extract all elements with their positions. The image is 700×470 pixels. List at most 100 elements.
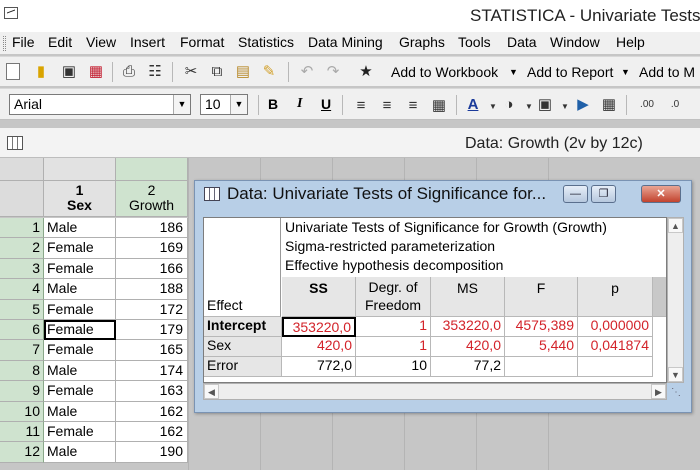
cell-growth[interactable]: 188 <box>116 279 188 300</box>
save-icon[interactable]: ▣ <box>60 63 78 81</box>
print-preview-icon[interactable]: ☷ <box>146 63 164 81</box>
bold-button[interactable]: B <box>268 96 278 112</box>
spreadsheet-icon[interactable] <box>7 136 23 150</box>
cell-df[interactable]: 10 <box>356 357 431 377</box>
cell-ss[interactable]: 420,0 <box>282 337 356 357</box>
corner-cell[interactable] <box>0 158 44 181</box>
scroll-down-icon[interactable]: ▼ <box>668 367 683 382</box>
column-header[interactable] <box>116 158 188 181</box>
print-icon[interactable]: ⎙ <box>120 63 138 81</box>
column-header-f[interactable]: F <box>505 277 578 317</box>
cell-growth[interactable]: 165 <box>116 340 188 361</box>
row-header-sex[interactable]: Sex <box>204 337 282 357</box>
restore-button[interactable]: ❐ <box>591 185 616 203</box>
font-size-select[interactable]: 10 ▼ <box>200 94 248 115</box>
menu-tools[interactable]: Tools <box>458 34 491 50</box>
scroll-left-icon[interactable]: ◀ <box>204 384 219 399</box>
row-number[interactable]: 7 <box>0 340 44 361</box>
grid-icon[interactable]: ▦ <box>600 96 618 114</box>
menu-data[interactable]: Data <box>507 34 537 50</box>
format-painter-icon[interactable]: ✎ <box>260 63 278 81</box>
scroll-right-icon[interactable]: ▶ <box>651 384 666 399</box>
row-number[interactable]: 10 <box>0 401 44 422</box>
menu-statistics[interactable]: Statistics <box>238 34 294 50</box>
cell-p[interactable] <box>578 357 653 377</box>
row-number[interactable]: 1 <box>0 218 44 239</box>
cell-growth[interactable]: 190 <box>116 442 188 463</box>
cell-growth[interactable]: 169 <box>116 238 188 259</box>
underline-button[interactable]: U <box>321 96 331 112</box>
row-number[interactable]: 12 <box>0 442 44 463</box>
copy-icon[interactable]: ⧉ <box>208 63 226 81</box>
vertical-scrollbar[interactable]: ▲ ▼ <box>667 217 684 383</box>
cell-sex[interactable]: Male <box>44 442 116 463</box>
cell-sex[interactable]: Female <box>44 320 116 341</box>
cell-sex[interactable]: Female <box>44 258 116 280</box>
cell-sex[interactable]: Female <box>44 238 116 259</box>
menu-edit[interactable]: Edit <box>48 34 72 50</box>
add-to-report-button[interactable]: Add to Report <box>527 64 613 80</box>
cell-f[interactable]: 5,440 <box>505 337 578 357</box>
cell-ss[interactable]: 353220,0 <box>282 317 356 337</box>
chevron-down-icon[interactable]: ▼ <box>230 95 247 114</box>
cell-f[interactable] <box>505 357 578 377</box>
column-header-ss[interactable]: SS <box>282 277 356 317</box>
cell-growth[interactable]: 172 <box>116 299 188 320</box>
cell-sex[interactable]: Male <box>44 360 116 382</box>
pdf-icon[interactable]: ▦ <box>87 63 105 81</box>
cell-f[interactable]: 4575,389 <box>505 317 578 337</box>
cell-growth[interactable]: 166 <box>116 258 188 280</box>
dialog-titlebar[interactable]: Data: Univariate Tests of Significance f… <box>195 181 691 207</box>
merge-cells-icon[interactable]: ▦ <box>430 97 448 115</box>
row-header-error[interactable]: Error <box>204 357 282 377</box>
add-to-workbook-button[interactable]: Add to Workbook <box>391 64 498 80</box>
increase-decimal-icon[interactable]: .00 <box>636 96 658 114</box>
cell-df[interactable]: 1 <box>356 317 431 337</box>
column-header-p[interactable]: p <box>578 277 653 317</box>
chevron-down-icon[interactable]: ▼ <box>509 67 518 77</box>
column-header-df[interactable]: Degr. of Freedom <box>356 277 431 317</box>
row-number[interactable]: 5 <box>0 299 44 320</box>
row-number[interactable]: 11 <box>0 422 44 443</box>
cell-sex[interactable]: Female <box>44 422 116 443</box>
italic-button[interactable]: I <box>297 96 302 112</box>
chevron-down-icon[interactable]: ▼ <box>173 95 190 114</box>
menu-file[interactable]: File <box>12 34 35 50</box>
minimize-button[interactable]: — <box>563 185 588 203</box>
font-color-icon[interactable]: A <box>464 96 482 114</box>
menu-grip[interactable] <box>3 36 6 51</box>
scroll-up-icon[interactable]: ▲ <box>668 218 683 233</box>
row-number[interactable]: 2 <box>0 238 44 259</box>
cell-sex[interactable]: Male <box>44 401 116 422</box>
align-right-icon[interactable]: ≡ <box>404 97 422 115</box>
menu-help[interactable]: Help <box>616 34 645 50</box>
open-icon[interactable]: ▮ <box>32 63 50 81</box>
align-center-icon[interactable]: ≡ <box>378 97 396 115</box>
menu-format[interactable]: Format <box>180 34 224 50</box>
fill-color-icon[interactable]: ◑ <box>500 96 518 114</box>
menu-data-mining[interactable]: Data Mining <box>308 34 383 50</box>
chevron-down-icon[interactable]: ▼ <box>556 98 574 116</box>
column-header[interactable] <box>44 158 116 181</box>
row-number[interactable]: 6 <box>0 320 44 341</box>
cell-df[interactable]: 1 <box>356 337 431 357</box>
redo-icon[interactable]: ↷ <box>324 63 342 81</box>
column-header-sex[interactable]: 1 Sex <box>44 181 116 217</box>
horizontal-scrollbar[interactable]: ◀ ▶ <box>203 383 667 400</box>
cell-sex[interactable]: Male <box>44 279 116 300</box>
menu-view[interactable]: View <box>86 34 116 50</box>
tag-icon[interactable]: ▶ <box>574 96 592 114</box>
cell-growth[interactable]: 162 <box>116 401 188 422</box>
cut-icon[interactable]: ✂ <box>182 63 200 81</box>
cell-growth[interactable]: 186 <box>116 218 188 239</box>
add-to-ms-button[interactable]: Add to M <box>639 64 695 80</box>
new-icon[interactable] <box>6 63 20 80</box>
cell-growth[interactable]: 174 <box>116 360 188 382</box>
cell-sex[interactable]: Female <box>44 381 116 402</box>
cell-sex[interactable]: Female <box>44 299 116 320</box>
cell-ms[interactable]: 77,2 <box>431 357 505 377</box>
cell-p[interactable]: 0,041874 <box>578 337 653 357</box>
cell-sex[interactable]: Male <box>44 218 116 239</box>
cell-sex[interactable]: Female <box>44 340 116 361</box>
font-select[interactable]: Arial ▼ <box>9 94 191 115</box>
